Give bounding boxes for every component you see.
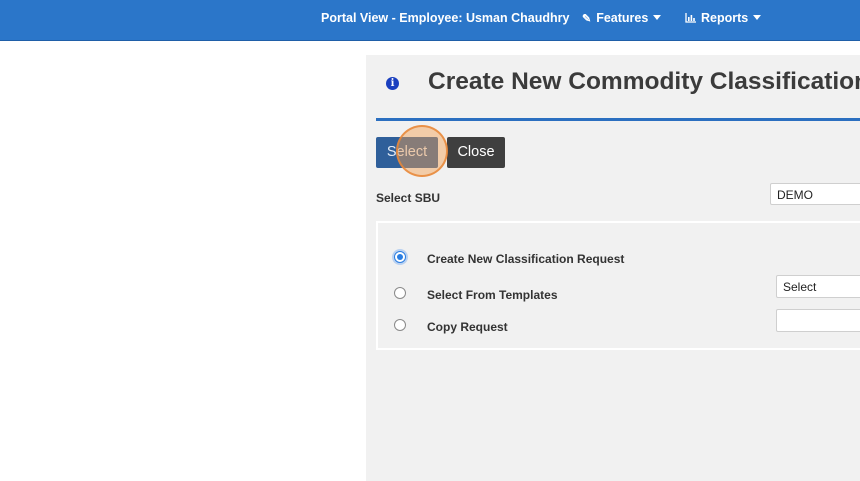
nav-reports-menu[interactable]: Reports — [685, 11, 762, 25]
title-divider — [376, 118, 860, 121]
radio-create-new[interactable] — [394, 251, 406, 263]
option-copy-request-label: Copy Request — [427, 320, 508, 334]
portal-view-label: Portal View - Employee: Usman Chaudhry — [321, 11, 570, 25]
top-nav-bar: Portal View - Employee: Usman Chaudhry ✎… — [0, 0, 860, 41]
dialog-title: Create New Commodity Classification — [428, 68, 860, 95]
chevron-down-icon — [753, 15, 762, 21]
pencil-icon: ✎ — [582, 13, 592, 25]
option-create-new-label: Create New Classification Request — [427, 252, 625, 266]
select-button[interactable]: Select — [376, 137, 438, 168]
template-select[interactable]: Select — [776, 275, 860, 298]
create-classification-dialog: i Create New Commodity Classification Se… — [366, 55, 860, 481]
bar-chart-icon — [685, 13, 696, 25]
chevron-down-icon — [653, 15, 662, 21]
request-options-group: Create New Classification Request Select… — [376, 221, 860, 350]
sbu-select[interactable]: DEMO — [770, 183, 860, 205]
nav-features-menu[interactable]: ✎ Features — [582, 11, 662, 25]
info-icon[interactable]: i — [386, 77, 399, 90]
copy-request-input[interactable] — [776, 309, 860, 332]
select-sbu-label: Select SBU — [376, 191, 441, 205]
close-button[interactable]: Close — [447, 137, 505, 168]
option-select-templates-label: Select From Templates — [427, 288, 558, 302]
radio-select-templates[interactable] — [394, 287, 406, 299]
radio-copy-request[interactable] — [394, 319, 406, 331]
nav-reports-label: Reports — [701, 11, 749, 25]
nav-features-label: Features — [596, 11, 649, 25]
left-blank-area — [0, 41, 366, 481]
